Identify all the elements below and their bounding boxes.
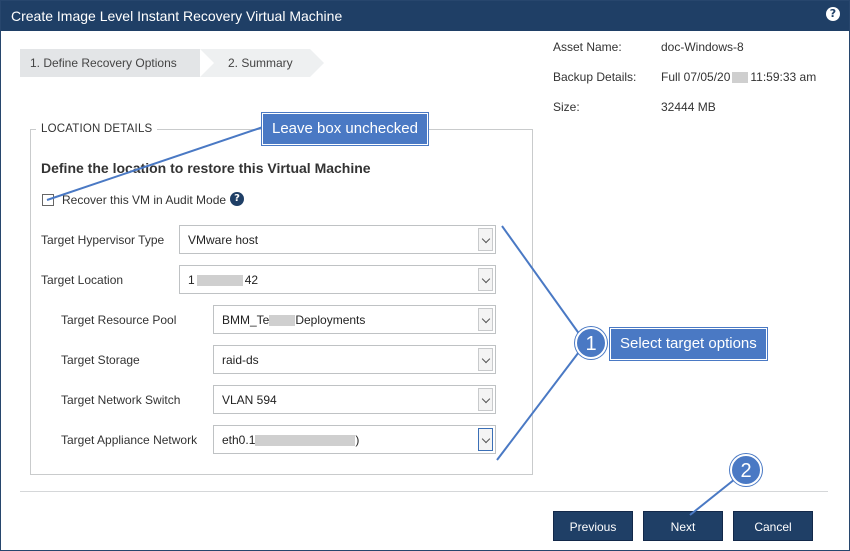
- chevron-down-icon[interactable]: [478, 428, 493, 451]
- backup-details-time: 11:59:33 am: [750, 70, 817, 84]
- backup-details-date: Full 07/05/20: [661, 70, 731, 84]
- chevron-down-icon[interactable]: [478, 308, 493, 331]
- size-value: 32444 MB: [661, 100, 716, 114]
- select-value: VLAN 594: [222, 393, 277, 407]
- value-prefix: BMM_Te: [222, 313, 270, 327]
- section-heading: Define the location to restore this Virt…: [41, 160, 371, 176]
- size-label: Size:: [553, 100, 580, 114]
- dialog-title: Create Image Level Instant Recovery Virt…: [11, 8, 343, 24]
- callout-select-target-options: Select target options: [610, 328, 767, 360]
- footer-divider: [20, 491, 828, 492]
- chevron-down-icon[interactable]: [478, 388, 493, 411]
- select-value: BMM_Te Deployments: [222, 313, 365, 327]
- chevron-down-icon[interactable]: [478, 268, 493, 291]
- wizard-step-label: 2. Summary: [228, 56, 293, 70]
- value-suffix: ): [355, 433, 360, 447]
- redaction: [732, 72, 749, 84]
- select-value: VMware host: [188, 233, 259, 247]
- hypervisor-type-select[interactable]: VMware host: [179, 225, 496, 254]
- value-suffix: 42: [244, 273, 259, 287]
- audit-mode-checkbox[interactable]: [42, 194, 54, 206]
- select-value: eth0.1): [222, 433, 359, 447]
- value-prefix: eth0.1: [222, 433, 256, 447]
- select-value: raid-ds: [222, 353, 259, 367]
- target-storage-select[interactable]: raid-ds: [213, 345, 496, 374]
- network-switch-label: Target Network Switch: [61, 393, 181, 407]
- step-badge-1: 1: [575, 327, 607, 359]
- appliance-network-select[interactable]: eth0.1): [213, 425, 496, 454]
- target-location-label: Target Location: [41, 273, 124, 287]
- select-value: 1 42: [188, 273, 258, 287]
- target-storage-label: Target Storage: [61, 353, 140, 367]
- backup-details-label: Backup Details:: [553, 70, 637, 84]
- asset-name-value: doc-Windows-8: [661, 40, 744, 54]
- location-details-legend: LOCATION DETAILS: [36, 123, 158, 135]
- help-icon[interactable]: ?: [826, 7, 840, 21]
- redaction: [255, 435, 356, 447]
- resource-pool-select[interactable]: BMM_Te Deployments: [213, 305, 496, 334]
- callout-leave-unchecked: Leave box unchecked: [262, 113, 428, 145]
- wizard-step-define-recovery-options[interactable]: 1. Define Recovery Options: [20, 49, 214, 77]
- asset-name-label: Asset Name:: [553, 40, 622, 54]
- redaction: [269, 315, 296, 327]
- wizard-step-summary[interactable]: 2. Summary: [200, 49, 324, 77]
- chevron-down-icon[interactable]: [478, 228, 493, 251]
- wizard-step-label: 1. Define Recovery Options: [30, 56, 177, 70]
- next-button[interactable]: Next: [643, 511, 723, 541]
- value-suffix: Deployments: [295, 313, 366, 327]
- title-bar: Create Image Level Instant Recovery Virt…: [1, 1, 849, 31]
- target-location-select[interactable]: 1 42: [179, 265, 496, 294]
- audit-mode-label: Recover this VM in Audit Mode: [62, 193, 227, 207]
- network-switch-select[interactable]: VLAN 594: [213, 385, 496, 414]
- redaction: [196, 275, 243, 287]
- previous-button[interactable]: Previous: [553, 511, 633, 541]
- backup-details-value: Full 07/05/20 11:59:33 am: [661, 70, 816, 84]
- question-icon[interactable]: ?: [230, 192, 244, 206]
- hypervisor-type-label: Target Hypervisor Type: [41, 233, 165, 247]
- resource-pool-label: Target Resource Pool: [61, 313, 177, 327]
- location-details-panel: [30, 129, 533, 475]
- appliance-network-label: Target Appliance Network: [61, 433, 198, 447]
- chevron-down-icon[interactable]: [478, 348, 493, 371]
- value-prefix: 1: [188, 273, 195, 287]
- cancel-button[interactable]: Cancel: [733, 511, 813, 541]
- step-badge-2: 2: [730, 454, 762, 486]
